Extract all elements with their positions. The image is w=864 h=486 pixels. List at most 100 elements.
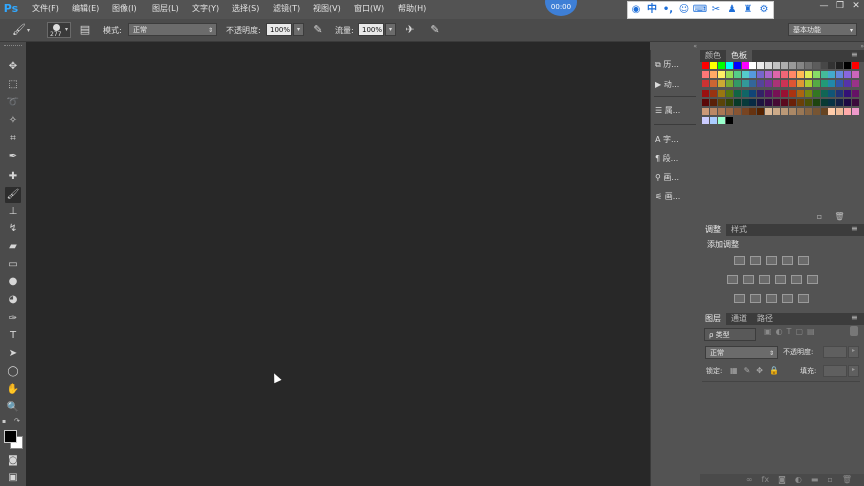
color-swatch[interactable]: [804, 71, 812, 79]
channel-mixer-icon[interactable]: [791, 275, 802, 284]
color-swatch[interactable]: [781, 80, 788, 88]
flow-dropdown-icon[interactable]: ▾: [385, 23, 396, 36]
color-swatch[interactable]: [702, 108, 709, 115]
color-swatch[interactable]: [717, 80, 725, 88]
marquee-tool-icon[interactable]: ⬚: [5, 77, 21, 93]
menu-file[interactable]: 文件(F): [32, 2, 59, 15]
color-swatch[interactable]: [717, 108, 725, 115]
color-swatch[interactable]: [749, 108, 757, 115]
color-swatch[interactable]: [812, 108, 820, 115]
color-swatch[interactable]: [741, 89, 749, 97]
color-balance-icon[interactable]: [743, 275, 754, 284]
color-swatch[interactable]: [788, 62, 796, 69]
color-swatch[interactable]: [702, 62, 709, 69]
exposure-icon[interactable]: [782, 256, 793, 265]
color-swatch[interactable]: [749, 62, 757, 69]
hand-tool-icon[interactable]: ✋: [5, 382, 21, 398]
color-swatch[interactable]: [765, 89, 773, 97]
color-swatch[interactable]: [765, 80, 773, 88]
properties-panel-button[interactable]: ☰ 属...: [655, 104, 695, 118]
pressure-opacity-icon[interactable]: ✎: [311, 23, 325, 37]
eraser-tool-icon[interactable]: ▰: [5, 239, 21, 255]
color-swatch[interactable]: [709, 89, 717, 97]
brush-tool-icon[interactable]: 🖌: [5, 187, 21, 203]
color-swatch[interactable]: [741, 62, 749, 69]
color-swatch[interactable]: [852, 98, 860, 106]
menu-help[interactable]: 帮助(H): [398, 2, 426, 15]
color-swatch[interactable]: [725, 80, 733, 88]
brush-presets-panel-button[interactable]: ⚲ 画...: [655, 171, 695, 185]
color-swatch[interactable]: [717, 89, 725, 97]
color-swatch[interactable]: [836, 98, 844, 106]
user-icon[interactable]: ♟: [724, 3, 740, 17]
dodge-tool-icon[interactable]: ◕: [5, 292, 21, 308]
swap-colors-icon[interactable]: ↷: [14, 417, 20, 425]
color-swatch[interactable]: [788, 89, 796, 97]
color-swatch[interactable]: [820, 71, 828, 79]
pen-tool-icon[interactable]: ✑: [5, 311, 21, 327]
menu-type[interactable]: 文字(Y): [192, 2, 219, 15]
type-tool-icon[interactable]: T: [5, 328, 21, 344]
color-swatch[interactable]: [702, 80, 709, 88]
levels-icon[interactable]: [750, 256, 761, 265]
brush-tool-preset-icon[interactable]: 🖌: [12, 23, 26, 37]
color-swatch[interactable]: [725, 98, 733, 106]
tab-channels[interactable]: 通道: [726, 313, 752, 325]
blend-mode-select[interactable]: 正常 ⇕: [128, 23, 217, 36]
layer-opacity-dropdown-icon[interactable]: ▸: [848, 346, 859, 358]
fill-dropdown-icon[interactable]: ▸: [848, 365, 859, 377]
lock-transparent-icon[interactable]: ▦: [730, 366, 738, 375]
color-swatch[interactable]: [749, 80, 757, 88]
color-swatch[interactable]: [725, 117, 733, 125]
lasso-tool-icon[interactable]: ➰: [5, 95, 21, 111]
color-swatch[interactable]: [749, 71, 757, 79]
punctuation-icon[interactable]: •,: [660, 3, 676, 17]
color-swatch[interactable]: [788, 98, 796, 106]
color-swatch[interactable]: [836, 71, 844, 79]
color-swatch[interactable]: [796, 62, 804, 69]
color-swatch[interactable]: [781, 108, 788, 115]
collapse-strip-arrows-icon[interactable]: «: [653, 43, 697, 50]
workspace-select[interactable]: 基本功能 ▾: [788, 23, 857, 36]
color-swatch[interactable]: [812, 71, 820, 79]
filter-pixel-icon[interactable]: ▣: [764, 327, 772, 336]
toolbar-grip[interactable]: [4, 45, 22, 49]
delete-layer-icon[interactable]: 🗑: [842, 474, 852, 486]
color-swatch[interactable]: [820, 89, 828, 97]
color-swatch[interactable]: [796, 98, 804, 106]
color-swatch[interactable]: [773, 89, 781, 97]
selective-color-icon[interactable]: [782, 294, 793, 303]
color-swatch[interactable]: [709, 98, 717, 106]
curves-icon[interactable]: [766, 256, 777, 265]
color-swatch[interactable]: [852, 108, 860, 115]
panel-menu-icon[interactable]: ≡: [851, 50, 858, 59]
color-swatch[interactable]: [820, 108, 828, 115]
brightness-contrast-icon[interactable]: [734, 256, 745, 265]
color-swatch[interactable]: [773, 108, 781, 115]
color-swatch[interactable]: [741, 80, 749, 88]
color-swatch[interactable]: [709, 80, 717, 88]
menu-image[interactable]: 图像(I): [112, 2, 137, 15]
healing-brush-tool-icon[interactable]: ✚: [5, 169, 21, 185]
color-swatch[interactable]: [773, 98, 781, 106]
menu-window[interactable]: 窗口(W): [354, 2, 384, 15]
menu-edit[interactable]: 编辑(E): [72, 2, 99, 15]
invert-icon[interactable]: [734, 294, 745, 303]
paragraph-panel-button[interactable]: ¶ 段...: [655, 152, 695, 166]
color-swatch[interactable]: [781, 89, 788, 97]
color-swatch[interactable]: [773, 71, 781, 79]
color-swatch[interactable]: [765, 71, 773, 79]
menu-select[interactable]: 选择(S): [232, 2, 259, 15]
move-tool-icon[interactable]: ✥: [5, 59, 21, 75]
quick-mask-icon[interactable]: ◙: [5, 453, 21, 469]
menu-layer[interactable]: 图层(L): [152, 2, 179, 15]
color-swatch[interactable]: [733, 80, 741, 88]
color-swatch[interactable]: [702, 71, 709, 79]
tab-color[interactable]: 颜色: [700, 50, 726, 62]
restore-button[interactable]: ❐: [832, 0, 848, 13]
color-swatch[interactable]: [804, 108, 812, 115]
eyedropper-tool-icon[interactable]: ✒: [5, 149, 21, 165]
color-swatch[interactable]: [717, 62, 725, 69]
color-swatch[interactable]: [781, 71, 788, 79]
minimize-button[interactable]: —: [816, 0, 832, 13]
